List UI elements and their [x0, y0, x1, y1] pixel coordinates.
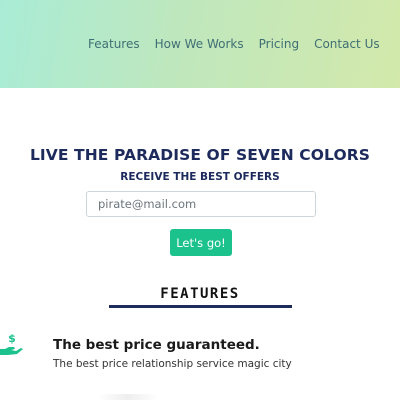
feature-title: The best price guaranteed. [53, 337, 260, 353]
features-underline [109, 305, 292, 308]
hand-money-icon: $ [0, 332, 26, 358]
nav-link-pricing[interactable]: Pricing [259, 36, 299, 52]
features-heading: FEATURES [160, 286, 240, 302]
email-input[interactable] [86, 191, 316, 217]
next-feature-edge [98, 394, 158, 400]
lets-go-button[interactable]: Let's go! [170, 229, 232, 256]
nav-link-features[interactable]: Features [88, 36, 140, 52]
hero-subtitle: RECEIVE THE BEST OFFERS [120, 171, 280, 183]
header-banner: Features How We Works Pricing Contact Us [0, 0, 400, 88]
nav-link-how-we-works[interactable]: How We Works [155, 36, 244, 52]
hero-title: LIVE THE PARADISE OF SEVEN COLORS [29, 146, 371, 164]
nav-link-contact-us[interactable]: Contact Us [314, 36, 380, 52]
top-nav: Features How We Works Pricing Contact Us [88, 36, 395, 52]
feature-description: The best price relationship service magi… [53, 358, 292, 370]
svg-text:$: $ [8, 332, 16, 345]
